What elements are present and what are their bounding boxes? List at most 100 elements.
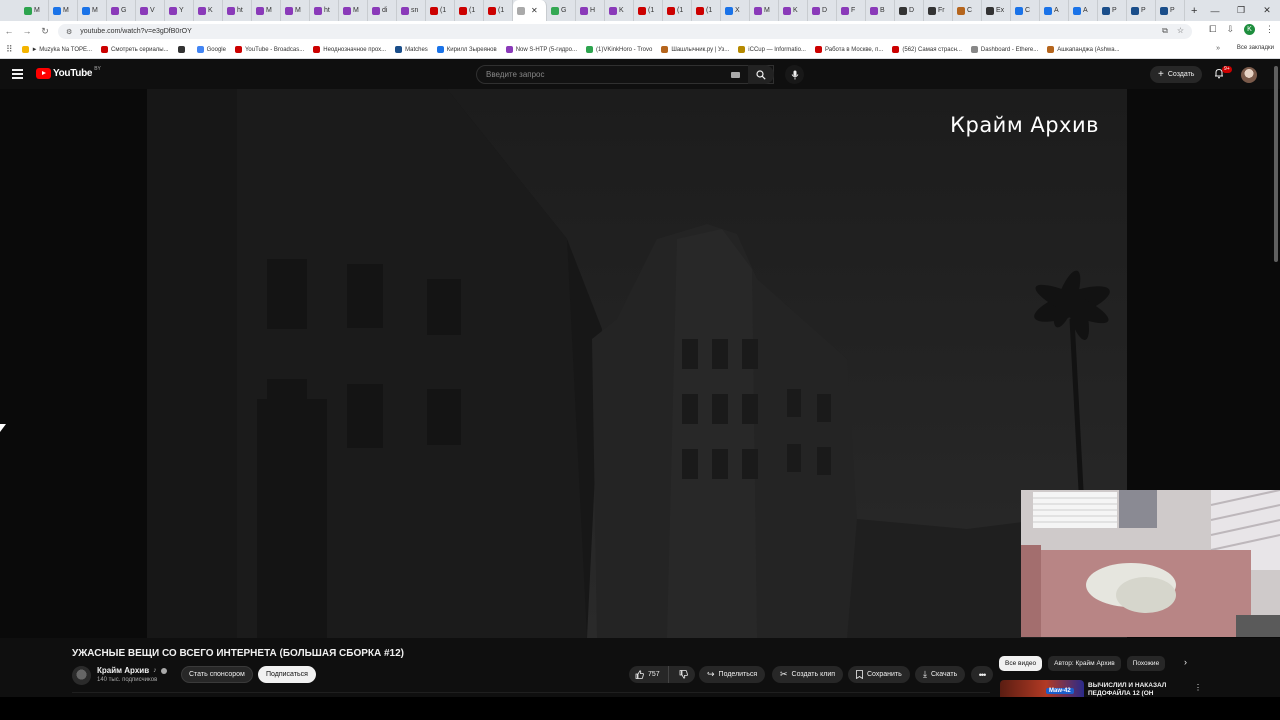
close-window-icon[interactable]: ✕ xyxy=(1254,0,1280,21)
join-sponsor-button[interactable]: Стать спонсором xyxy=(181,666,253,683)
recommended-video-title[interactable]: ВЫЧИСЛИЛ И НАКАЗАЛ ПЕДОФАЙЛА 12 (ОН xyxy=(1088,682,1180,698)
browser-tab[interactable]: M xyxy=(339,0,368,21)
bookmark-item[interactable]: YouTube - Broadcas... xyxy=(234,46,304,53)
download-button[interactable]: ⤓ Скачать xyxy=(915,666,966,683)
browser-tab[interactable]: X xyxy=(721,0,750,21)
like-button[interactable]: 757 xyxy=(629,666,669,683)
all-bookmarks-button[interactable]: Все закладки xyxy=(1237,45,1274,51)
maximize-icon[interactable]: ❐ xyxy=(1228,0,1254,21)
kebab-menu-icon[interactable]: ⋮ xyxy=(1194,683,1202,692)
browser-tab[interactable]: di xyxy=(368,0,397,21)
save-button[interactable]: Сохранить xyxy=(848,666,910,683)
browser-tab[interactable]: P xyxy=(1127,0,1156,21)
browser-tab[interactable]: (1 xyxy=(634,0,663,21)
chip-by-author[interactable]: Автор: Крайм Архив xyxy=(1048,656,1121,671)
page-scrollbar[interactable] xyxy=(1274,66,1278,262)
chip-related[interactable]: Похожие xyxy=(1126,656,1166,671)
back-icon[interactable]: ← xyxy=(0,26,18,36)
browser-tab[interactable]: P xyxy=(1156,0,1185,21)
voice-search-button[interactable] xyxy=(785,65,804,84)
bookmark-item[interactable]: (1)VKinkHoro - Trovo xyxy=(585,46,652,53)
browser-tab[interactable]: M xyxy=(252,0,281,21)
browser-tab[interactable]: (1 xyxy=(692,0,721,21)
browser-tab[interactable]: Y xyxy=(165,0,194,21)
install-app-icon[interactable]: ⧉ xyxy=(1162,26,1168,36)
chrome-menu-icon[interactable]: ⋮ xyxy=(1265,24,1274,35)
browser-tab[interactable]: D xyxy=(808,0,837,21)
video-player[interactable]: Крайм Архив xyxy=(0,89,1280,638)
bookmark-item[interactable]: Шашлычник.ру | Уз... xyxy=(661,46,729,53)
bookmark-item[interactable]: Ашкапанджа (Ashwa... xyxy=(1047,46,1120,53)
search-input[interactable]: Введите запрос xyxy=(476,65,774,84)
bookmark-item[interactable] xyxy=(177,46,188,53)
account-avatar[interactable] xyxy=(1241,67,1257,83)
browser-tab[interactable]: M xyxy=(750,0,779,21)
browser-tab[interactable]: M xyxy=(20,0,49,21)
browser-tab[interactable]: A xyxy=(1069,0,1098,21)
reload-icon[interactable]: ↻ xyxy=(36,26,54,37)
bookmark-item[interactable]: Now S-HTP (5-гидро... xyxy=(505,46,577,53)
clip-button[interactable]: ✂ Создать клип xyxy=(772,666,844,683)
browser-tab[interactable]: M xyxy=(281,0,310,21)
new-tab-icon[interactable]: + xyxy=(1191,5,1197,17)
bookmark-item[interactable]: Смотреть сериалы... xyxy=(101,46,169,53)
bookmark-item[interactable]: (562) Самая страсн... xyxy=(892,46,962,53)
browser-tab[interactable]: H xyxy=(576,0,605,21)
browser-tab[interactable]: F xyxy=(837,0,866,21)
downloads-icon[interactable]: ⇩ xyxy=(1226,24,1234,35)
browser-tab[interactable]: P xyxy=(1098,0,1127,21)
channel-avatar[interactable] xyxy=(72,666,91,685)
site-info-icon[interactable]: ⚙ xyxy=(66,28,72,36)
bookmark-star-icon[interactable]: ☆ xyxy=(1177,26,1184,36)
browser-tab[interactable]: M xyxy=(78,0,107,21)
chip-all-videos[interactable]: Все видео xyxy=(999,656,1043,671)
bookmark-item[interactable]: Matches xyxy=(395,46,428,53)
channel-name[interactable]: Крайм Архив xyxy=(97,666,149,675)
extensions-icon[interactable]: ⧠ xyxy=(1209,24,1216,35)
browser-tab[interactable]: C xyxy=(1011,0,1040,21)
search-button[interactable] xyxy=(748,65,774,84)
browser-tab[interactable]: ht xyxy=(223,0,252,21)
browser-tab[interactable]: A xyxy=(1040,0,1069,21)
profile-avatar[interactable]: K xyxy=(1244,24,1255,35)
browser-tab[interactable]: C xyxy=(953,0,982,21)
bookmark-item[interactable]: Работа в Москве, п... xyxy=(814,46,883,53)
browser-tab[interactable]: D xyxy=(895,0,924,21)
forward-icon[interactable]: → xyxy=(18,26,36,36)
browser-tab[interactable]: Ex xyxy=(982,0,1011,21)
browser-tab[interactable]: B xyxy=(866,0,895,21)
browser-tab[interactable]: (1 xyxy=(455,0,484,21)
apps-grid-icon[interactable]: ⠿ xyxy=(6,44,13,55)
browser-tab[interactable]: sn xyxy=(397,0,426,21)
bookmark-item[interactable]: Неоднозначное прох... xyxy=(313,46,386,53)
browser-tab[interactable]: (1 xyxy=(663,0,692,21)
bookmark-item[interactable]: Google xyxy=(196,46,226,53)
bookmark-item[interactable]: Кирилл Зыреянов xyxy=(436,46,497,53)
dislike-button[interactable] xyxy=(673,670,695,679)
create-button[interactable]: + Создать xyxy=(1150,66,1203,83)
address-bar[interactable]: ⚙ youtube.com/watch?v=e3gDfB0rOY ⧉ ☆ xyxy=(58,24,1192,39)
browser-tab-active[interactable]: ✕ xyxy=(513,0,547,21)
browser-tab[interactable]: K xyxy=(605,0,634,21)
browser-tab[interactable]: (1 xyxy=(484,0,513,21)
minimize-icon[interactable]: — xyxy=(1202,0,1228,21)
chevron-right-icon[interactable]: › xyxy=(1184,657,1187,667)
keyboard-icon[interactable] xyxy=(731,72,740,78)
browser-tab[interactable]: V xyxy=(136,0,165,21)
browser-tab[interactable]: (1 xyxy=(426,0,455,21)
browser-tab[interactable]: M xyxy=(49,0,78,21)
channel-name-row[interactable]: Крайм Архив ♪ xyxy=(97,666,167,675)
close-tab-icon[interactable]: ✕ xyxy=(531,6,538,15)
bookmark-item[interactable]: ► Muzyka Na TOPE... xyxy=(21,46,92,53)
more-actions-button[interactable]: ••• xyxy=(971,666,993,683)
browser-tab[interactable]: K xyxy=(194,0,223,21)
youtube-logo[interactable]: YouTube BY xyxy=(36,66,101,79)
share-button[interactable]: ↪ Поделиться xyxy=(699,666,766,683)
bookmark-item[interactable]: iCCup — Informatio... xyxy=(738,46,806,53)
browser-tab[interactable]: Fr xyxy=(924,0,953,21)
bookmarks-overflow-icon[interactable]: » xyxy=(1216,45,1220,52)
hamburger-menu-icon[interactable] xyxy=(12,69,23,81)
browser-tab[interactable]: K xyxy=(779,0,808,21)
browser-tab[interactable]: G xyxy=(547,0,576,21)
bookmark-item[interactable]: Dashboard - Ethere... xyxy=(970,46,1038,53)
